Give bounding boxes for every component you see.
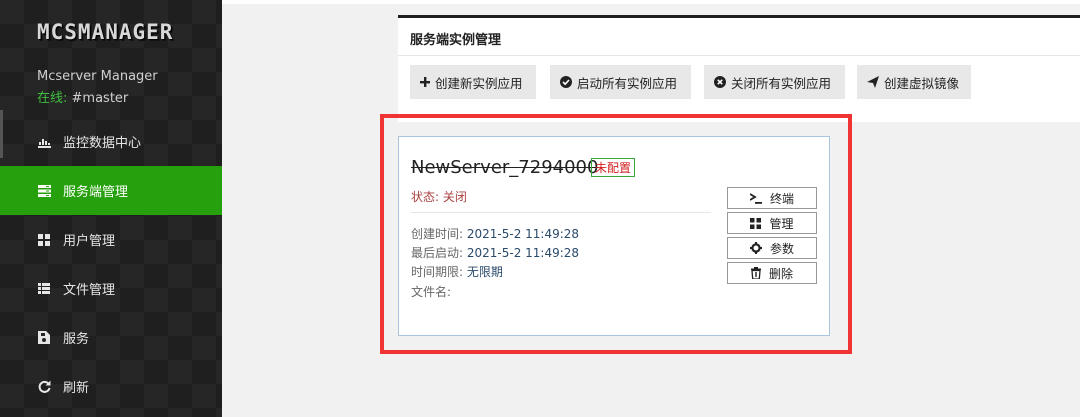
service-icon — [37, 331, 51, 345]
action-label: 终端 — [769, 191, 794, 206]
user-status: 在线: #master — [37, 87, 128, 106]
grid-icon — [750, 217, 762, 229]
action-label: 参数 — [769, 241, 794, 256]
status-label: 状态: — [411, 190, 443, 204]
plus-icon — [420, 77, 430, 87]
gear-icon — [749, 242, 762, 254]
sidebar-item-users[interactable]: 用户管理 — [0, 215, 222, 264]
grid-icon — [37, 233, 51, 247]
start-all-instances-button[interactable]: 启动所有实例应用 — [550, 65, 691, 99]
terminal-icon — [749, 192, 762, 204]
instance-card: NewServer_7294000 未配置 状态: 关闭 创建时间: 2021-… — [398, 136, 830, 336]
info-label: 最后启动: — [411, 246, 467, 260]
panel-divider — [398, 55, 1080, 56]
info-value: 2021-5-2 11:49:28 — [466, 246, 580, 260]
instance-name[interactable]: NewServer_7294000 — [411, 157, 598, 178]
info-label: 时间期限: — [411, 265, 467, 279]
status-value: 关闭 — [442, 190, 467, 204]
check-circle-icon — [560, 76, 572, 88]
parameters-button[interactable]: 参数 — [727, 237, 817, 259]
status-badge: 未配置 — [591, 158, 636, 177]
sidebar-item-refresh[interactable]: 刷新 — [0, 362, 222, 411]
refresh-icon — [37, 380, 51, 394]
action-label: 管理 — [769, 216, 794, 231]
instance-management-panel: 服务端实例管理 创建新实例应用 启动所有实例应用 关闭所有实例应用 创建虚拟镜像 — [398, 15, 1080, 122]
file-name: 文件名: — [411, 283, 451, 300]
sidebar-item-service[interactable]: 服务 — [0, 313, 222, 362]
x-circle-icon — [714, 76, 726, 88]
delete-button[interactable]: 删除 — [727, 262, 817, 284]
info-value: 2021-5-2 11:49:28 — [466, 227, 580, 241]
sidebar-item-label: 服务端管理 — [63, 185, 129, 200]
sidebar-item-files[interactable]: 文件管理 — [0, 264, 222, 313]
instance-status: 状态: 关闭 — [411, 188, 467, 205]
sidebar-item-monitor[interactable]: 监控数据中心 — [0, 117, 222, 166]
panel-title: 服务端实例管理 — [410, 33, 502, 48]
button-label: 创建新实例应用 — [435, 75, 523, 91]
sidebar-item-label: 文件管理 — [63, 283, 116, 298]
sidebar-item-label: 用户管理 — [63, 234, 116, 249]
created-time: 创建时间: 2021-5-2 11:49:28 — [411, 225, 579, 242]
terminal-button[interactable]: 终端 — [727, 187, 817, 209]
online-label: 在线: — [37, 91, 68, 106]
user-name: Mcserver Manager — [37, 69, 158, 84]
info-label: 文件名: — [411, 285, 452, 299]
sidebar: MCSMANAGER Mcserver Manager 在线: #master … — [0, 0, 222, 417]
stop-all-instances-button[interactable]: 关闭所有实例应用 — [704, 65, 845, 99]
sidebar-nav: 监控数据中心 服务端管理 用户管理 文件管理 服务 刷新 — [0, 117, 222, 411]
button-label: 关闭所有实例应用 — [731, 75, 832, 91]
trash-icon — [750, 267, 761, 279]
last-start-time: 最后启动: 2021-5-2 11:49:28 — [411, 244, 579, 261]
card-divider — [411, 212, 711, 213]
info-label: 创建时间: — [411, 227, 467, 241]
bar-chart-icon — [37, 135, 51, 149]
sidebar-item-label: 刷新 — [63, 381, 90, 396]
app-logo: MCSMANAGER — [37, 20, 174, 44]
button-label: 启动所有实例应用 — [577, 75, 678, 91]
button-label: 创建虚拟镜像 — [884, 75, 960, 91]
list-icon — [37, 282, 51, 296]
sidebar-item-label: 服务 — [63, 332, 90, 347]
send-icon — [867, 76, 879, 88]
info-value: 无限期 — [466, 265, 503, 279]
top-strip — [222, 0, 1080, 4]
expiry-time: 时间期限: 无限期 — [411, 263, 503, 280]
create-virtual-image-button[interactable]: 创建虚拟镜像 — [857, 65, 971, 99]
node-name: #master — [67, 91, 129, 106]
server-icon — [37, 184, 51, 198]
sidebar-item-server-management[interactable]: 服务端管理 — [0, 166, 222, 215]
action-label: 删除 — [768, 266, 793, 281]
sidebar-item-label: 监控数据中心 — [63, 136, 142, 151]
manage-button[interactable]: 管理 — [727, 212, 817, 234]
create-instance-button[interactable]: 创建新实例应用 — [410, 65, 536, 99]
